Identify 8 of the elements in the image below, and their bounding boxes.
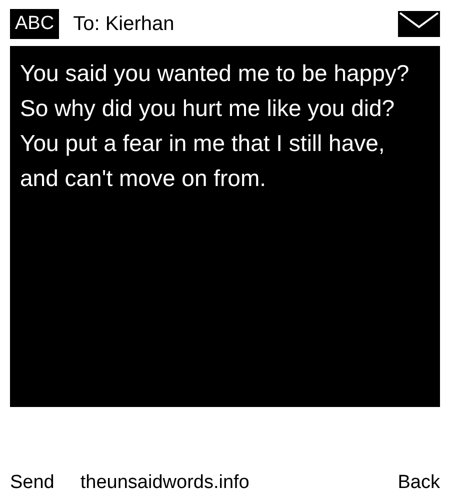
message-text: You said you wanted me to be happy? So why did you hurt me like you did? You put a fear in me that I still have, and can't move on from. (20, 59, 410, 193)
recipient-label: To: Kierhan (73, 12, 174, 37)
send-softkey[interactable]: Send (10, 468, 54, 498)
input-mode-badge: ABC (10, 9, 60, 39)
envelope-icon (398, 11, 440, 37)
back-softkey[interactable]: Back (398, 468, 440, 498)
message-area[interactable]: You said you wanted me to be happy? So why did you hurt me like you did? You put a fear in me that I still have, and can't move on from. (10, 46, 440, 407)
website-label: theunsaidwords.info (80, 470, 250, 495)
